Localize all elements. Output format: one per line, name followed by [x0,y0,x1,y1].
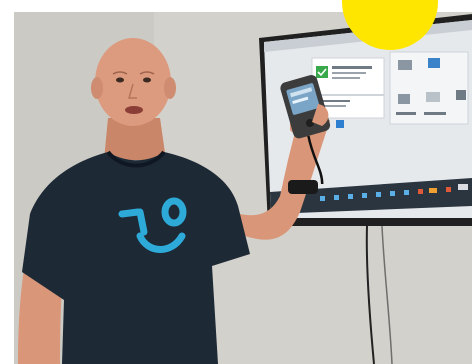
left-margin [0,0,14,364]
top-right-margin [440,0,472,10]
check-icon [316,66,328,78]
wristwatch [288,180,318,194]
photo-scene [0,0,472,364]
